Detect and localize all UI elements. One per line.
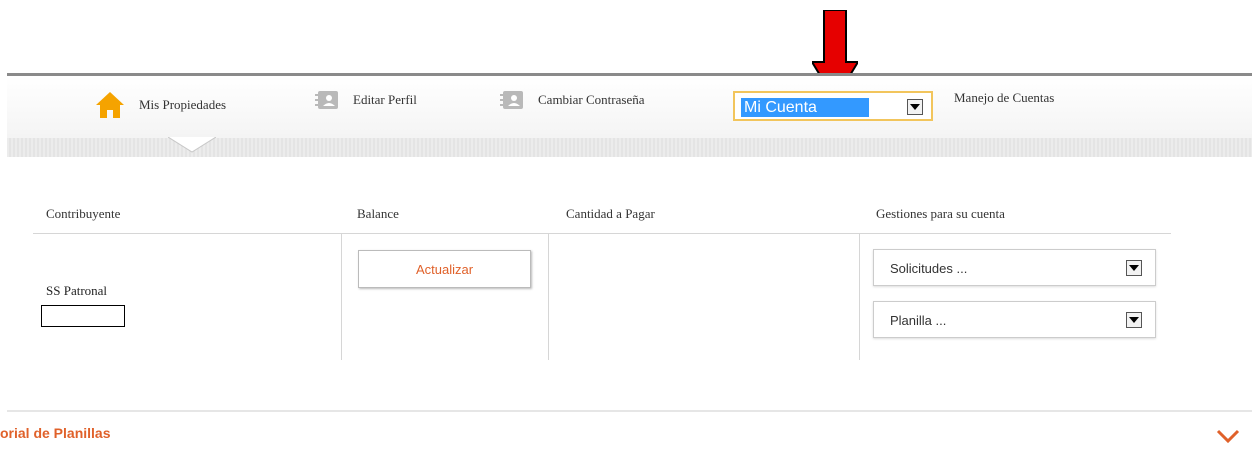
actualizar-button[interactable]: Actualizar [358, 250, 531, 288]
contribuyente-value-box [41, 305, 125, 327]
column-divider [548, 234, 549, 360]
solicitudes-select-value: Solicitudes ... [890, 261, 968, 276]
section-divider [7, 410, 1252, 412]
nav-item-label: Cambiar Contraseña [538, 92, 645, 107]
chevron-down-icon [910, 103, 920, 110]
column-divider [341, 234, 342, 360]
chevron-down-icon [1129, 316, 1139, 323]
account-select-value: Mi Cuenta [741, 98, 869, 117]
planilla-select-value: Planilla ... [890, 313, 947, 328]
chevron-down-icon [1129, 264, 1139, 271]
column-header-balance: Balance [357, 206, 399, 221]
nav-item-cambiar-contrasena[interactable]: Cambiar Contraseña [500, 90, 645, 110]
nav-item-manejo-de-cuentas[interactable]: Manejo de Cuentas [954, 90, 1054, 106]
nav-item-label: Manejo de Cuentas [954, 90, 1055, 105]
table-header-divider [33, 233, 1171, 234]
contribuyente-label: SS Patronal [46, 283, 108, 298]
home-icon [96, 92, 124, 118]
solicitudes-select[interactable]: Solicitudes ... [873, 249, 1156, 286]
nav-item-label: Editar Perfil [353, 92, 417, 107]
planilla-dropdown-button[interactable] [1126, 312, 1142, 328]
column-header-gestiones: Gestiones para su cuenta [876, 206, 1005, 221]
contact-card-icon [500, 91, 523, 109]
active-tab-notch [168, 137, 216, 153]
account-select[interactable]: Mi Cuenta [733, 91, 933, 121]
planilla-select[interactable]: Planilla ... [873, 301, 1156, 338]
column-header-cantidad-a-pagar: Cantidad a Pagar [566, 206, 655, 221]
column-divider [859, 234, 860, 360]
nav-item-editar-perfil[interactable]: Editar Perfil [315, 90, 417, 110]
column-header-contribuyente: Contribuyente [46, 206, 121, 221]
solicitudes-dropdown-button[interactable] [1126, 260, 1142, 276]
contact-card-icon [315, 91, 338, 109]
expand-chevron-icon[interactable] [1215, 428, 1241, 444]
historial-planillas-title[interactable]: orial de Planillas [0, 425, 111, 441]
nav-item-label: Mis Propiedades [139, 97, 227, 112]
nav-item-mis-propiedades[interactable]: Mis Propiedades [95, 90, 226, 120]
account-select-dropdown-button[interactable] [907, 99, 923, 115]
